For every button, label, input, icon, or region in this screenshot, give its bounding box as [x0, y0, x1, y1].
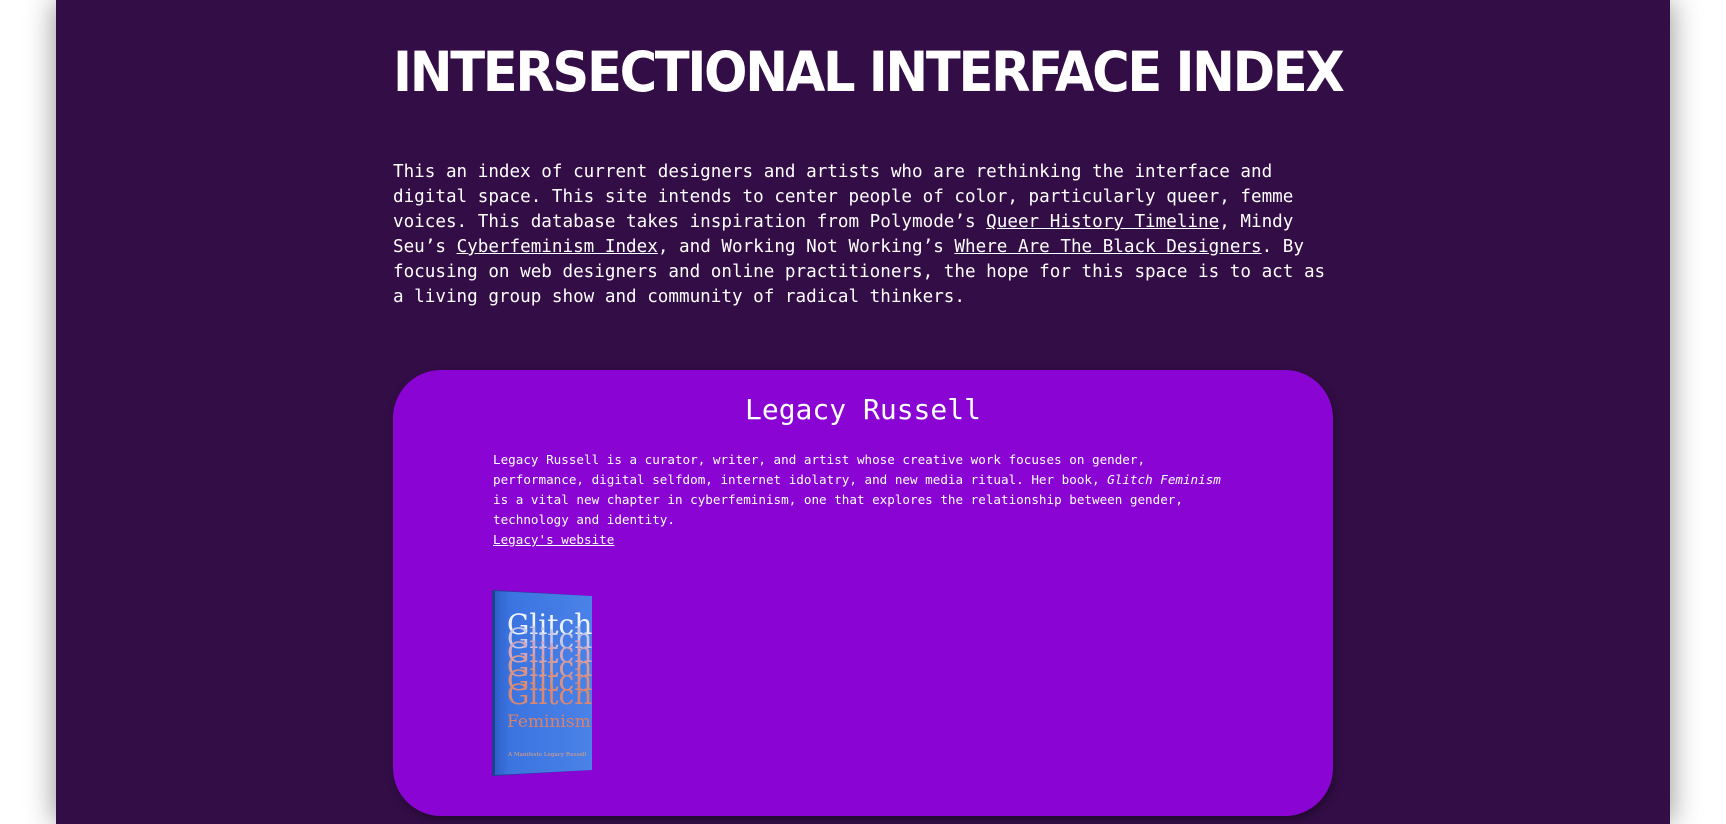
designer-bio: Legacy Russell is a curator, writer, and… [493, 450, 1223, 530]
cover-title-feminism: Feminism [507, 712, 591, 732]
cyberfeminism-index-link[interactable]: Cyberfeminism Index [457, 237, 658, 257]
book-title: Glitch Feminism [1107, 472, 1221, 487]
designer-website-link[interactable]: Legacy's website [493, 530, 614, 550]
page-title: INTERSECTIONAL INTERFACE INDEX [393, 40, 1345, 104]
page-frame: INTERSECTIONAL INTERFACE INDEX This an i… [56, 0, 1670, 824]
intro-paragraph: This an index of current designers and a… [393, 160, 1333, 310]
bio-text: is a vital new chapter in cyberfeminism,… [493, 492, 1183, 527]
designer-name: Legacy Russell [744, 393, 981, 426]
cover-title-line: Glitch [507, 678, 592, 711]
cover-subtitle: A Manifesto Legacy Russell [507, 752, 587, 758]
book-cover-image: Glitch Glitch Glitch Glitch Glitch Glitc… [492, 590, 592, 776]
where-are-the-black-designers-link[interactable]: Where Are The Black Designers [954, 237, 1261, 257]
queer-history-timeline-link[interactable]: Queer History Timeline [986, 212, 1219, 232]
bio-text: Legacy Russell is a curator, writer, and… [493, 452, 1146, 487]
designer-card: Legacy Russell Legacy Russell is a curat… [393, 370, 1333, 816]
book-title-stack: Glitch Glitch Glitch Glitch Glitch Glitc… [507, 608, 592, 711]
intro-text: , and Working Not Working’s [657, 237, 955, 257]
